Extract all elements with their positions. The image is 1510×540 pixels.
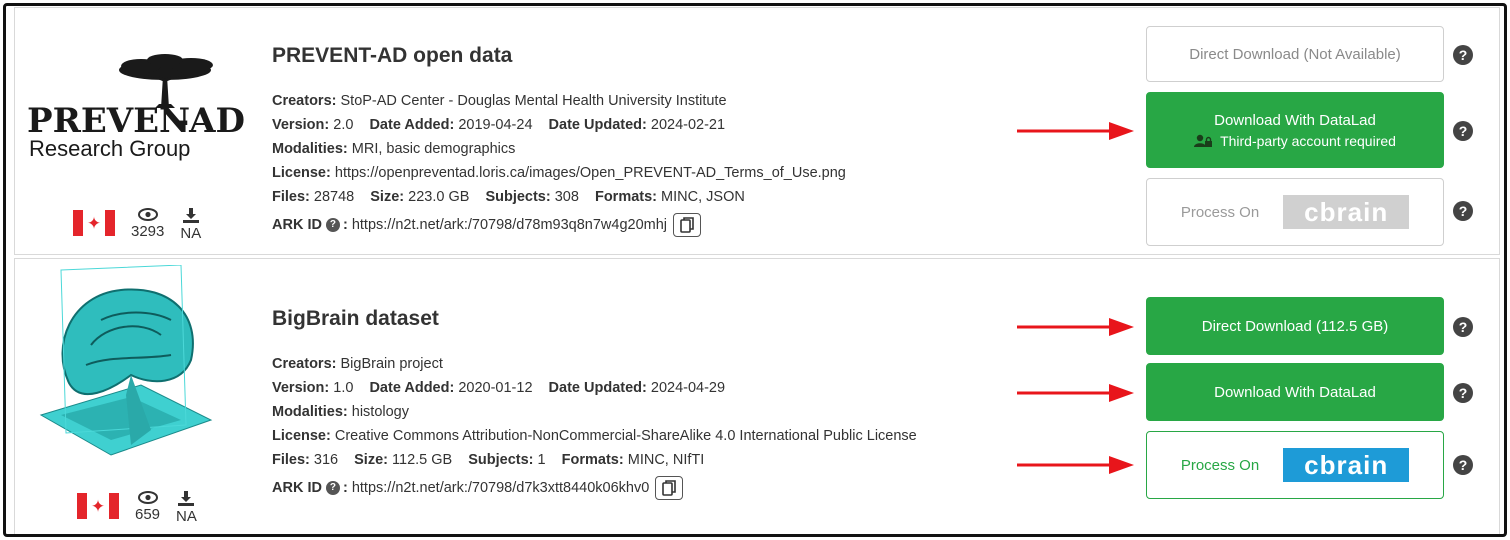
direct-download-button[interactable]: Direct Download (112.5 GB) [1146,297,1444,355]
help-icon-cbrain[interactable]: ? [1453,201,1473,221]
download-icon [182,208,199,223]
help-icon-cbrain[interactable]: ? [1453,455,1473,475]
ark-help-icon[interactable]: ? [325,218,340,232]
dataset-title[interactable]: BigBrain dataset [272,306,1032,332]
license-text: Creative Commons Attribution-NonCommerci… [334,428,917,444]
downloads-count: NA [180,225,202,242]
bigbrain-image[interactable] [31,264,261,465]
dataset-list: PREVEN -AD Research Group ✦ 3293 NA PREV… [3,3,1507,537]
logo-text-2: Research Group [29,136,190,161]
creators-line: Creators: StoP-AD Center - Douglas Menta… [272,93,727,109]
copy-icon [680,217,694,233]
red-arrow-icon [1017,122,1134,140]
red-arrow-icon [1017,384,1134,402]
logo-text-1: PREVEN [27,101,190,141]
ark-line: ARK ID?: https://n2t.net/ark:/70798/d7k3… [272,476,1032,500]
dataset-stats: ✦ 659 NA [77,491,197,525]
files-line: Files: 28748 Size: 223.0 GB Subjects: 30… [272,189,745,205]
dataset-stats: ✦ 3293 NA [73,208,201,242]
copy-button[interactable] [673,213,702,237]
license-line: License: https://openpreventad.loris.ca/… [272,165,846,181]
prevent-ad-logo[interactable]: PREVEN -AD Research Group [25,48,255,168]
license-link[interactable]: https://openpreventad.loris.ca/images/Op… [335,165,846,181]
ark-help-icon[interactable]: ? [325,481,340,495]
dataset-title[interactable]: PREVENT-AD open data [272,43,1032,69]
help-icon-datalad[interactable]: ? [1453,383,1473,403]
views-count: 3293 [131,223,165,240]
cbrain-logo: cbrain [1283,448,1410,482]
red-arrow-icon [1017,456,1134,474]
copy-button[interactable] [655,476,684,500]
datalad-sub-label: Third-party account required [1220,132,1396,149]
modalities-line: Modalities: histology [272,404,409,420]
dataset-info: PREVENT-AD open data Creators: StoP-AD C… [272,43,1032,237]
help-icon-direct[interactable]: ? [1453,317,1473,337]
dataset-card-prevent-ad: PREVEN -AD Research Group ✦ 3293 NA PREV… [14,7,1500,255]
dataset-info: BigBrain dataset Creators: BigBrain proj… [272,306,1032,500]
version-line: Version: 2.0 Date Added: 2019-04-24 Date… [272,117,726,133]
eye-icon [137,208,158,221]
dataset-card-bigbrain: ✦ 659 NA BigBrain dataset Creators: BigB… [14,258,1500,534]
views-count: 659 [135,506,161,523]
ark-line: ARK ID?: https://n2t.net/ark:/70798/d78m… [272,213,1032,237]
version-line: Version: 1.0 Date Added: 2020-01-12 Date… [272,380,726,396]
canada-flag-icon: ✦ [73,210,115,236]
files-line: Files: 316 Size: 112.5 GB Subjects: 1 Fo… [272,452,705,468]
modalities-line: Modalities: MRI, basic demographics [272,141,516,157]
user-lock-icon [1194,134,1213,147]
cbrain-logo: cbrain [1283,195,1410,229]
logo-text-1b: -AD [175,101,245,141]
license-line: License: Creative Commons Attribution-No… [272,428,917,444]
copy-icon [662,480,677,496]
downloads-stat: NA [176,491,197,525]
downloads-stat: NA [180,208,201,242]
datalad-download-button[interactable]: Download With DataLad [1146,363,1444,421]
datalad-download-button[interactable]: Download With DataLad Third-party accoun… [1146,92,1444,168]
red-arrow-icon [1017,318,1134,336]
eye-icon [137,491,158,504]
views-stat: 659 [135,491,160,523]
help-icon-datalad[interactable]: ? [1453,121,1473,141]
process-cbrain-button[interactable]: Process On cbrain [1146,178,1444,246]
help-icon-direct[interactable]: ? [1453,45,1473,65]
downloads-count: NA [176,508,197,525]
ark-id: https://n2t.net/ark:/70798/d7k3xtt8440k0… [351,480,650,496]
creators-line: Creators: BigBrain project [272,356,443,372]
download-icon [178,491,195,506]
direct-download-button[interactable]: Direct Download (Not Available) [1146,26,1444,82]
views-stat: 3293 [131,208,164,240]
ark-id: https://n2t.net/ark:/70798/d78m93q8n7w4g… [351,217,668,233]
canada-flag-icon: ✦ [77,493,119,519]
process-cbrain-button[interactable]: Process On cbrain [1146,431,1444,499]
